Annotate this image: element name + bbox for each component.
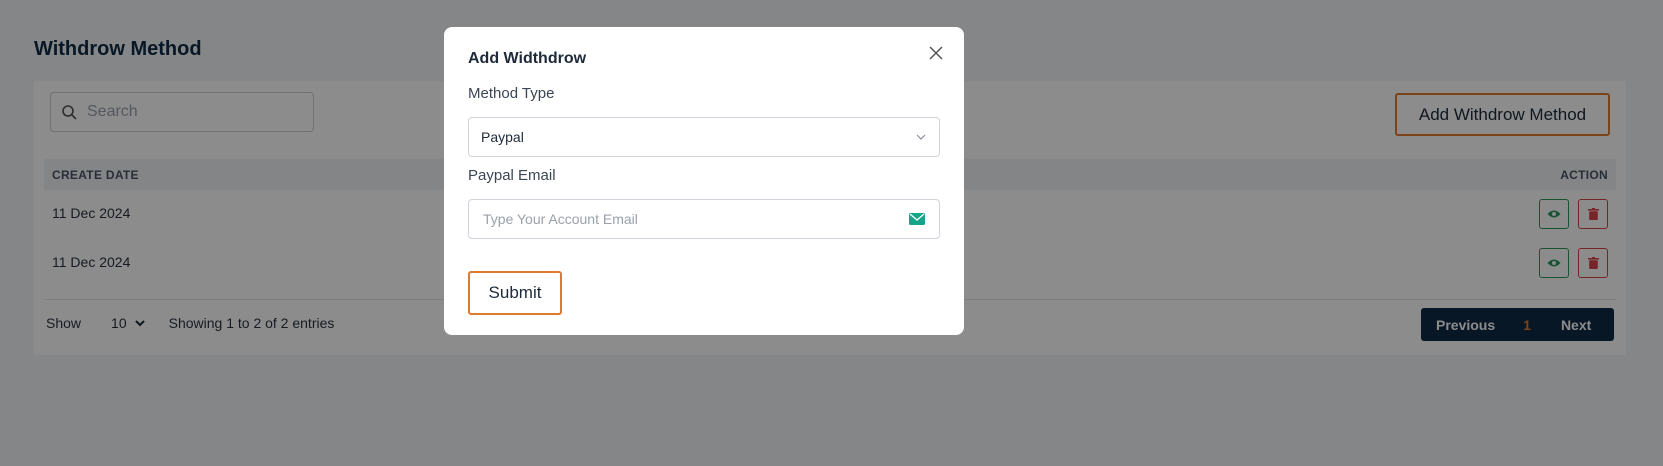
modal-title: Add Widthdrow — [468, 50, 587, 67]
paypal-email-input[interactable] — [481, 210, 909, 228]
close-icon[interactable] — [928, 45, 944, 61]
chevron-down-icon — [916, 134, 926, 140]
paypal-email-label: Paypal Email — [468, 167, 556, 184]
method-type-value: Paypal — [481, 129, 524, 145]
mail-icon — [909, 213, 925, 225]
method-type-select[interactable]: Paypal — [468, 117, 940, 157]
paypal-email-field[interactable] — [468, 199, 940, 239]
add-withdraw-modal: Add Widthdrow Method Type Paypal Paypal … — [444, 27, 964, 335]
submit-button[interactable]: Submit — [468, 271, 562, 315]
method-type-label: Method Type — [468, 85, 555, 102]
